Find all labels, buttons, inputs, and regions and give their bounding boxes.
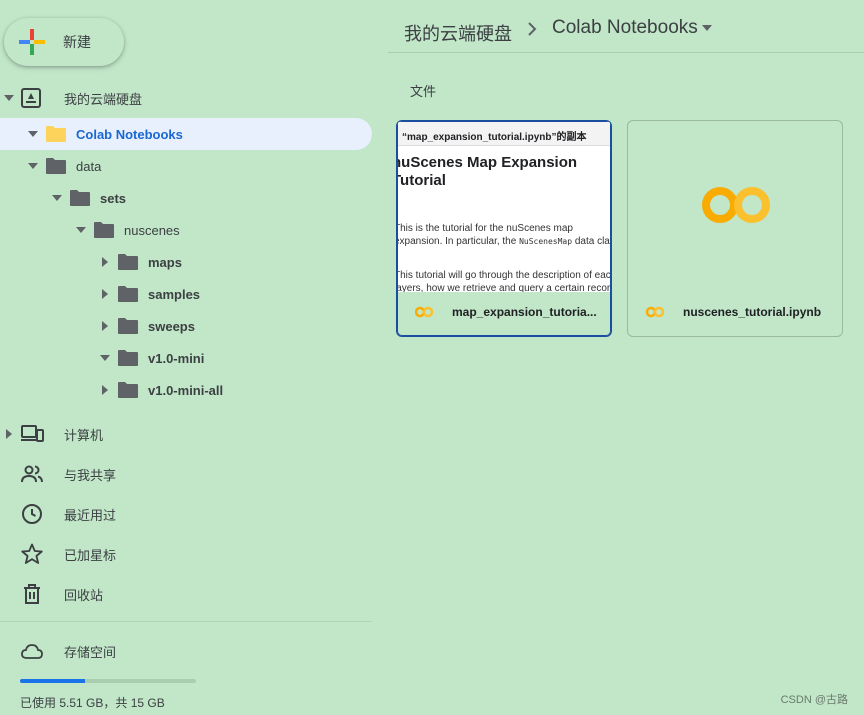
tree-item-v1-mini[interactable]: v1.0-mini (0, 342, 372, 374)
file-preview (628, 121, 842, 291)
nav-item-label: 最近用过 (64, 507, 117, 523)
caret-right-icon[interactable] (99, 288, 111, 300)
caret-down-icon[interactable] (99, 352, 111, 364)
tree-item-label: 我的云端硬盘 (64, 91, 143, 107)
preview-paragraph: This tutorial will go through the descri… (398, 270, 610, 292)
tree-item-label: sets (100, 190, 127, 206)
nav-item-starred[interactable]: 已加星标 (0, 534, 372, 574)
tree-item-v1-mini-all[interactable]: v1.0-mini-all (0, 374, 372, 406)
folder-icon (94, 222, 114, 238)
nav-item-label: 与我共享 (64, 467, 117, 483)
caret-down-icon[interactable] (51, 192, 63, 204)
people-icon (21, 465, 43, 483)
storage-usage-text: 已使用 5.51 GB，共 15 GB (20, 696, 165, 710)
caret-right-icon[interactable] (99, 384, 111, 396)
nav-item-trash[interactable]: 回收站 (0, 574, 372, 614)
file-preview: “map_expansion_tutorial.ipynb”的副本 nuScen… (398, 122, 610, 292)
preview-header: “map_expansion_tutorial.ipynb”的副本 (398, 122, 610, 146)
file-name: nuscenes_tutorial.ipynb (683, 305, 822, 319)
nav-item-shared[interactable]: 与我共享 (0, 454, 372, 494)
nav-item-label: 已加星标 (64, 547, 117, 563)
nav-item-label: 存储空间 (64, 644, 117, 660)
nav-item-storage[interactable]: 存储空间 (0, 631, 372, 671)
folder-icon (118, 382, 138, 398)
preview-text: data class. (574, 236, 610, 247)
caret-down-icon[interactable] (700, 23, 714, 33)
file-card[interactable]: “map_expansion_tutorial.ipynb”的副本 nuScen… (396, 120, 612, 337)
main-content: 我的云端硬盘 Colab Notebooks 文件 “map_expansion… (388, 0, 864, 715)
tree-item-colab-notebooks[interactable]: Colab Notebooks (0, 118, 372, 150)
storage-progress-fill (20, 679, 85, 683)
caret-down-icon[interactable] (75, 224, 87, 236)
tree-item-label: sweeps (148, 318, 195, 334)
tree-item-nuscenes[interactable]: nuscenes (0, 214, 372, 246)
colab-logo-icon (702, 187, 770, 223)
sidebar: 新建 我的云端硬盘 Colab Notebooks data sets nusc… (0, 0, 388, 715)
preview-paragraph: This is the tutorial for the nuScenes ma… (398, 222, 610, 248)
sidebar-divider (0, 621, 372, 622)
section-label-files: 文件 (410, 84, 437, 99)
folder-icon (46, 158, 66, 174)
cloud-icon (21, 644, 43, 659)
nav-item-recent[interactable]: 最近用过 (0, 494, 372, 534)
tree-item-samples[interactable]: samples (0, 278, 372, 310)
folder-icon (46, 126, 66, 142)
tree-item-sets[interactable]: sets (0, 182, 372, 214)
star-icon (21, 543, 43, 564)
tree-item-maps[interactable]: maps (0, 246, 372, 278)
caret-down-icon[interactable] (27, 160, 39, 172)
caret-down-icon[interactable] (27, 128, 39, 140)
folder-icon (118, 254, 138, 270)
tree-item-sweeps[interactable]: sweeps (0, 310, 372, 342)
watermark: CSDN @古路 (780, 694, 848, 706)
drive-icon (21, 88, 41, 108)
file-name-row: nuscenes_tutorial.ipynb (628, 290, 842, 336)
file-card[interactable]: nuscenes_tutorial.ipynb (627, 120, 843, 337)
tree-item-label: v1.0-mini (148, 350, 205, 366)
folder-icon (118, 318, 138, 334)
tree-item-my-drive[interactable]: 我的云端硬盘 (0, 82, 372, 114)
caret-right-icon[interactable] (99, 256, 111, 268)
file-name-row: map_expansion_tutoria... (397, 290, 611, 336)
chevron-right-icon (528, 22, 537, 36)
preview-title: nuScenes Map Expansion Tutorial (398, 154, 578, 189)
clock-icon (22, 504, 42, 524)
file-name: map_expansion_tutoria... (452, 305, 597, 319)
caret-down-icon[interactable] (3, 92, 15, 104)
folder-icon (118, 350, 138, 366)
tree-item-label: nuscenes (124, 222, 180, 238)
folder-icon (118, 286, 138, 302)
storage-progress-bar (20, 679, 196, 683)
breadcrumb-root[interactable]: 我的云端硬盘 (404, 20, 512, 46)
folder-icon (70, 190, 90, 206)
new-button-label: 新建 (63, 34, 91, 50)
colab-icon (646, 306, 664, 318)
nav-item-label: 回收站 (64, 587, 104, 603)
nav-item-computers[interactable]: 计算机 (0, 414, 372, 454)
preview-code: NuScenesMap (519, 237, 573, 246)
colab-icon (415, 306, 433, 318)
new-button[interactable]: 新建 (4, 18, 124, 66)
plus-icon (19, 29, 45, 55)
computer-icon (21, 425, 44, 442)
tree-item-label: samples (148, 286, 201, 302)
tree-item-label: data (76, 158, 102, 174)
breadcrumb: 我的云端硬盘 Colab Notebooks (388, 0, 864, 53)
tree-item-label: Colab Notebooks (76, 126, 183, 142)
caret-right-icon[interactable] (3, 428, 15, 440)
tree-item-label: v1.0-mini-all (148, 382, 224, 398)
breadcrumb-current[interactable]: Colab Notebooks (552, 17, 698, 39)
tree-item-data[interactable]: data (0, 150, 372, 182)
nav-item-label: 计算机 (64, 427, 104, 443)
caret-right-icon[interactable] (99, 320, 111, 332)
tree-item-label: maps (148, 254, 182, 270)
trash-icon (24, 584, 40, 604)
